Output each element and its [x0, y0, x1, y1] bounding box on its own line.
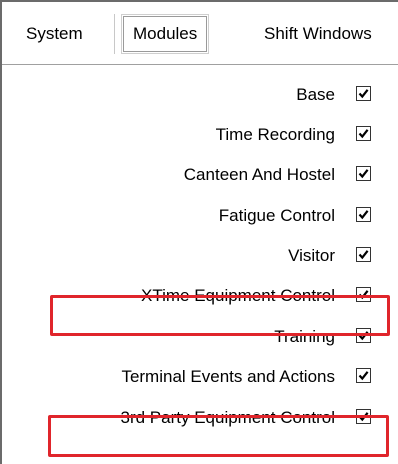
module-checkbox-terminal-events-and-actions[interactable] [356, 368, 371, 383]
tab-bar: System Modules Shift Windows [2, 2, 398, 64]
checkmark-icon [358, 129, 369, 139]
module-row-visitor: Visitor [2, 240, 398, 272]
highlight-box-xtime-equipment-control [50, 295, 390, 336]
module-checkbox-canteen-and-hostel[interactable] [356, 166, 371, 181]
highlight-box-3rd-party-equipment-control [48, 415, 389, 457]
module-label-visitor: Visitor [288, 246, 335, 265]
modules-panel: Base Time Recording Canteen And Hostel F… [2, 65, 398, 464]
tab-shift-windows[interactable]: Shift Windows [264, 14, 372, 54]
module-row-canteen-and-hostel: Canteen And Hostel [2, 159, 398, 191]
module-label-canteen-and-hostel: Canteen And Hostel [183, 165, 335, 184]
checkmark-icon [358, 210, 369, 220]
module-row-base: Base [2, 79, 398, 111]
tab-modules[interactable]: Modules [120, 14, 210, 54]
checkmark-icon [358, 89, 369, 99]
tab-system[interactable]: System [26, 14, 83, 54]
module-row-time-recording: Time Recording [2, 119, 398, 151]
checkmark-icon [358, 371, 369, 381]
module-checkbox-time-recording[interactable] [356, 126, 371, 141]
modules-settings-window: System Modules Shift Windows Base Time R… [0, 0, 398, 464]
checkmark-icon [358, 169, 369, 179]
module-label-terminal-events-and-actions: Terminal Events and Actions [121, 367, 335, 386]
module-checkbox-base[interactable] [356, 86, 371, 101]
tab-separator [114, 14, 115, 54]
checkmark-icon [358, 250, 369, 260]
module-row-fatigue-control: Fatigue Control [2, 200, 398, 232]
module-checkbox-fatigue-control[interactable] [356, 207, 371, 222]
module-label-base: Base [296, 85, 335, 104]
module-checkbox-visitor[interactable] [356, 247, 371, 262]
module-label-time-recording: Time Recording [215, 125, 335, 144]
module-label-fatigue-control: Fatigue Control [218, 206, 335, 225]
module-row-terminal-events-and-actions: Terminal Events and Actions [2, 361, 398, 393]
